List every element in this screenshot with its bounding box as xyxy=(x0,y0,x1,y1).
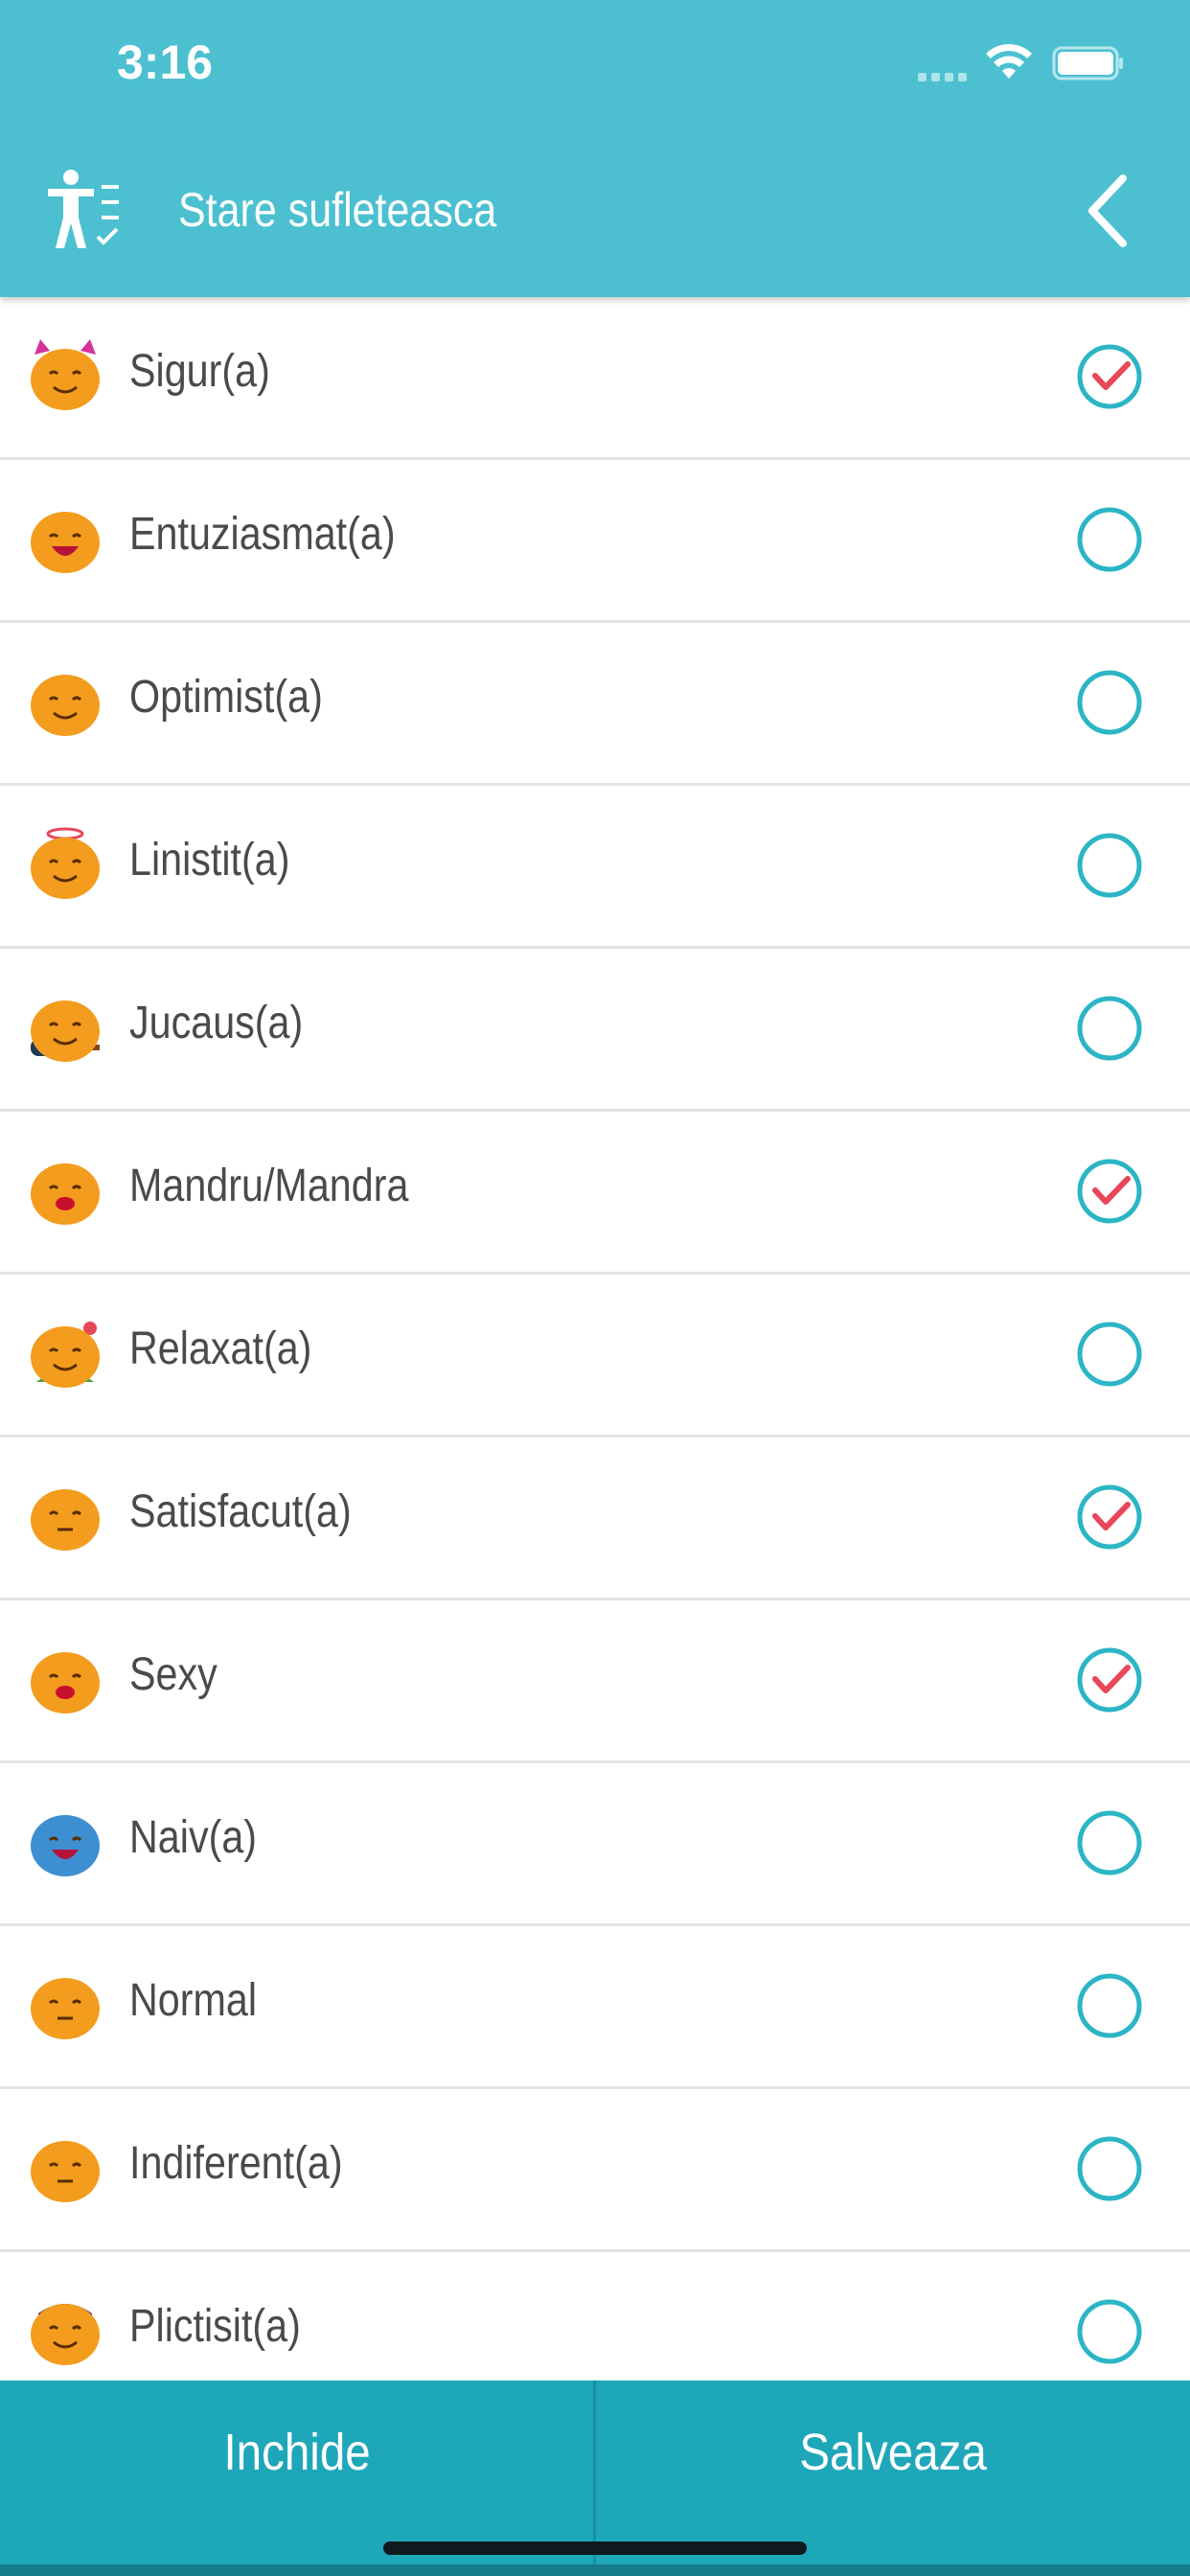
unchecked-circle-icon[interactable] xyxy=(1076,2298,1143,2365)
mood-row[interactable]: Sexy xyxy=(0,1600,1190,1763)
mood-row[interactable]: Sigur(a) xyxy=(0,297,1190,460)
neutral-face-icon xyxy=(31,1978,100,2039)
unchecked-circle-icon[interactable] xyxy=(1076,1809,1143,1876)
proud-face-icon xyxy=(31,1163,100,1225)
mood-row[interactable]: Optimist(a) xyxy=(0,623,1190,786)
mood-label: Optimist(a) xyxy=(129,672,323,723)
mood-label: Satisfacut(a) xyxy=(129,1486,352,1537)
mood-row[interactable]: Satisfacut(a) xyxy=(0,1438,1190,1600)
mood-row[interactable]: Jucaus(a) xyxy=(0,949,1190,1112)
thumbs-up-face-icon xyxy=(31,675,100,736)
home-indicator[interactable] xyxy=(383,2542,807,2555)
battery-icon xyxy=(1052,46,1123,80)
mood-row[interactable]: Naiv(a) xyxy=(0,1763,1190,1926)
back-button[interactable] xyxy=(1083,172,1140,249)
mood-label: Plictisit(a) xyxy=(129,2301,301,2352)
unchecked-circle-icon[interactable] xyxy=(1076,832,1143,899)
mood-label: Sigur(a) xyxy=(129,346,270,397)
mood-row[interactable]: Relaxat(a) xyxy=(0,1275,1190,1438)
mood-row[interactable]: Normal xyxy=(0,1926,1190,2089)
mood-label: Jucaus(a) xyxy=(129,998,304,1048)
cellular-signal-icon xyxy=(918,69,972,86)
kiss-face-icon xyxy=(31,1652,100,1714)
unchecked-circle-icon[interactable] xyxy=(1076,1972,1143,2039)
guitar-face-icon xyxy=(31,1000,100,1062)
mood-label: Sexy xyxy=(129,1649,217,1700)
clown-face-icon xyxy=(31,1815,100,1876)
checked-circle-icon[interactable] xyxy=(1076,1158,1143,1225)
unchecked-circle-icon[interactable] xyxy=(1076,995,1143,1062)
mood-label: Mandru/Mandra xyxy=(129,1161,409,1211)
mood-list: Sigur(a) Entuziasmat(a) Optimist(a) Linisti… xyxy=(0,297,1190,2380)
bottom-strip xyxy=(0,2564,1190,2576)
mood-row[interactable]: Indiferent(a) xyxy=(0,2089,1190,2252)
angel-face-icon xyxy=(31,827,100,899)
indifferent-face-icon xyxy=(31,2141,100,2202)
mood-row[interactable]: Mandru/Mandra xyxy=(0,1112,1190,1275)
relaxed-face-icon xyxy=(31,1322,100,1388)
excited-face-icon xyxy=(31,512,100,573)
person-checklist-icon xyxy=(48,170,119,248)
mood-row[interactable]: Entuziasmat(a) xyxy=(0,460,1190,623)
page-title: Stare sufleteasca xyxy=(178,183,497,237)
devil-face-icon xyxy=(31,339,100,410)
checked-circle-icon[interactable] xyxy=(1076,1484,1143,1551)
mood-row[interactable]: Linistit(a) xyxy=(0,786,1190,949)
mood-label: Indiferent(a) xyxy=(129,2138,343,2189)
mood-label: Relaxat(a) xyxy=(129,1323,312,1374)
mood-label: Entuziasmat(a) xyxy=(129,509,396,560)
satisfied-face-icon xyxy=(31,1489,100,1551)
unchecked-circle-icon[interactable] xyxy=(1076,506,1143,573)
unchecked-circle-icon[interactable] xyxy=(1076,669,1143,736)
mood-label: Linistit(a) xyxy=(129,835,290,886)
mood-label: Normal xyxy=(129,1975,258,2026)
status-time: 3:16 xyxy=(117,35,214,89)
checked-circle-icon[interactable] xyxy=(1076,343,1143,410)
mood-row[interactable]: Plictisit(a) xyxy=(0,2252,1190,2380)
mood-label: Naiv(a) xyxy=(129,1812,258,1863)
wifi-icon xyxy=(986,44,1032,79)
top-bar: 3:16 Stare sufleteasca xyxy=(0,0,1190,297)
unchecked-circle-icon[interactable] xyxy=(1076,1321,1143,1388)
checked-circle-icon[interactable] xyxy=(1076,1646,1143,1714)
unchecked-circle-icon[interactable] xyxy=(1076,2135,1143,2202)
bored-face-icon xyxy=(31,2304,100,2365)
